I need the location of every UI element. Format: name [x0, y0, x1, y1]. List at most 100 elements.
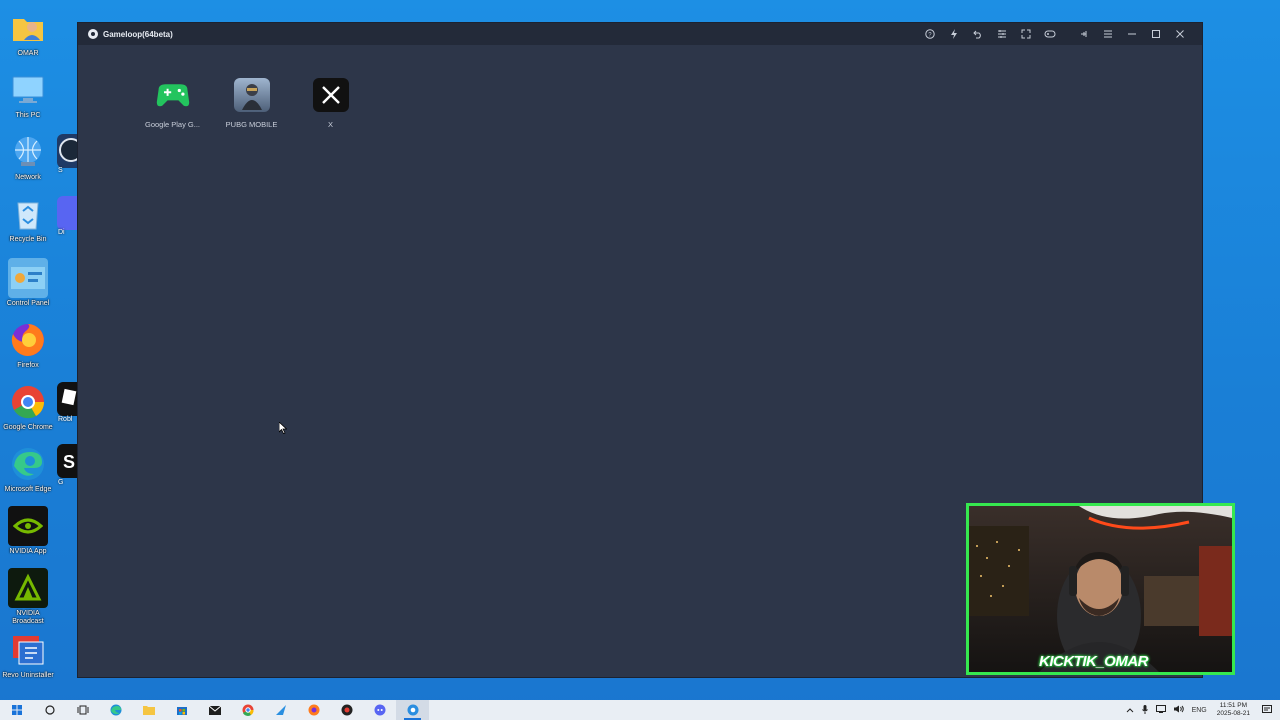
taskbar-app-blue[interactable]	[264, 700, 297, 720]
pubg-mobile-icon	[233, 78, 270, 112]
taskbar-chrome[interactable]	[231, 700, 264, 720]
firefox-icon	[308, 704, 319, 716]
folder-icon	[142, 706, 155, 715]
desktop-icon-label: Network	[15, 174, 41, 181]
app-label: X	[327, 120, 333, 129]
desktop-icon-recycle-bin[interactable]: Recycle Bin	[2, 194, 54, 244]
record-icon	[341, 704, 352, 716]
recycle-bin-icon	[8, 194, 48, 234]
edge-icon	[110, 704, 121, 716]
windows-logo-icon	[11, 705, 22, 715]
desktop-icon-label: Revo Uninstaller	[2, 672, 54, 679]
gameloop-logo-icon	[88, 29, 98, 39]
google-play-games-icon	[155, 78, 191, 112]
controller-icon[interactable]	[1038, 23, 1062, 45]
chrome-icon	[8, 382, 48, 422]
start-button[interactable]	[0, 700, 33, 720]
app-grid: Google Play G... PUBG MOBILE X	[133, 78, 370, 129]
chrome-icon	[242, 704, 254, 716]
desktop-icon-partial-roblox[interactable]	[57, 382, 77, 416]
fullscreen-icon[interactable]	[1014, 23, 1038, 45]
nvidia-app-icon	[8, 506, 48, 546]
firefox-icon	[8, 320, 48, 360]
desktop-icon-revo-uninstaller[interactable]: Revo Uninstaller	[2, 630, 54, 680]
close-icon[interactable]	[1168, 23, 1192, 45]
webcam-feed	[969, 506, 1232, 672]
desktop-icon-label: NVIDIA App	[9, 548, 47, 555]
desktop-icon-omar[interactable]: OMAR	[2, 8, 54, 58]
clock-date: 2025-08-21	[1216, 710, 1250, 717]
task-view-button[interactable]	[66, 700, 99, 720]
task-view-icon	[77, 705, 88, 715]
taskbar-recorder[interactable]	[330, 700, 363, 720]
app-pubg-mobile[interactable]: PUBG MOBILE	[212, 78, 291, 129]
mouse-cursor-icon	[278, 421, 288, 439]
desktop-icon-nvidia-app[interactable]: NVIDIA App	[2, 506, 54, 556]
taskbar-mail[interactable]	[198, 700, 231, 720]
taskbar-edge[interactable]	[99, 700, 132, 720]
window-title: Gameloop(64beta)	[103, 29, 173, 39]
desktop-icon-label: Microsoft Edge	[4, 486, 52, 493]
desktop-icon-chrome[interactable]: Google Chrome	[2, 382, 54, 432]
desktop-icon-label: Control Panel	[6, 300, 50, 307]
store-icon	[176, 707, 187, 715]
clock[interactable]: 11:51 PM 2025-08-21	[1217, 702, 1250, 718]
desktop-icon-edge[interactable]: Microsoft Edge	[2, 444, 54, 494]
desktop-icon-control-panel[interactable]: Control Panel	[2, 258, 54, 308]
menu-list-icon[interactable]	[990, 23, 1014, 45]
desktop-icon-nvidia-broadcast[interactable]: NVIDIA Broadcast	[2, 568, 54, 626]
maximize-icon[interactable]	[1144, 23, 1168, 45]
network-icon[interactable]	[1155, 705, 1166, 715]
taskbar-gameloop[interactable]	[396, 700, 429, 720]
app-x[interactable]: X	[291, 78, 370, 129]
minimize-icon[interactable]	[1120, 23, 1144, 45]
arrow-app-icon	[275, 705, 286, 715]
microphone-icon[interactable]	[1141, 704, 1148, 716]
edge-icon	[8, 444, 48, 484]
x-icon	[312, 78, 349, 112]
this-pc-icon	[8, 70, 48, 110]
back-icon[interactable]	[966, 23, 990, 45]
notifications-icon[interactable]	[1262, 704, 1272, 716]
search-icon	[44, 705, 55, 715]
desktop-icon-label: NVIDIA Broadcast	[12, 610, 44, 625]
boost-icon[interactable]	[942, 23, 966, 45]
discord-icon	[374, 704, 385, 716]
revo-uninstaller-icon	[8, 630, 48, 670]
desktop-icon-label: S	[58, 167, 63, 174]
hamburger-icon[interactable]	[1096, 23, 1120, 45]
desktop-icon-label: Firefox	[17, 362, 39, 369]
app-label: PUBG MOBILE	[225, 120, 278, 129]
desktop-icon-label: This PC	[15, 112, 41, 119]
taskbar-store[interactable]	[165, 700, 198, 720]
volume-icon[interactable]	[1173, 705, 1184, 715]
desktop-icon-partial-g[interactable]: S	[57, 444, 77, 478]
gameloop-icon	[407, 704, 418, 716]
pin-icon[interactable]	[1072, 23, 1096, 45]
desktop-icon-network[interactable]: Network	[2, 132, 54, 182]
desktop-icon-partial-discord[interactable]	[57, 196, 77, 230]
desktop-icon-this-pc[interactable]: This PC	[2, 70, 54, 120]
desktop-icon-label: G	[58, 479, 64, 486]
desktop-icon-partial-steam[interactable]	[57, 134, 77, 168]
desktop-icon-label: Google Chrome	[3, 424, 53, 431]
taskbar-file-explorer[interactable]	[132, 700, 165, 720]
webcam-overlay: KICKTIK_OMAR	[966, 503, 1235, 675]
user-folder-icon	[8, 8, 48, 48]
help-icon[interactable]: ?	[918, 23, 942, 45]
window-toolbar: ?	[918, 23, 1192, 45]
taskbar-discord[interactable]	[363, 700, 396, 720]
system-tray: ENG 11:51 PM 2025-08-21	[1122, 700, 1280, 720]
desktop-icon-firefox[interactable]: Firefox	[2, 320, 54, 370]
chevron-up-icon[interactable]	[1126, 706, 1134, 715]
search-button[interactable]	[33, 700, 66, 720]
taskbar-firefox[interactable]	[297, 700, 330, 720]
window-titlebar[interactable]: Gameloop(64beta) ?	[78, 23, 1202, 45]
control-panel-icon	[8, 258, 48, 298]
desktop-icon-label: Di	[58, 229, 65, 236]
taskbar: ENG 11:51 PM 2025-08-21	[0, 700, 1280, 720]
language-indicator[interactable]: ENG	[1192, 707, 1207, 714]
svg-text:S: S	[63, 452, 75, 472]
desktop-icon-label: Robl	[58, 416, 73, 423]
app-google-play-games[interactable]: Google Play G...	[133, 78, 212, 129]
